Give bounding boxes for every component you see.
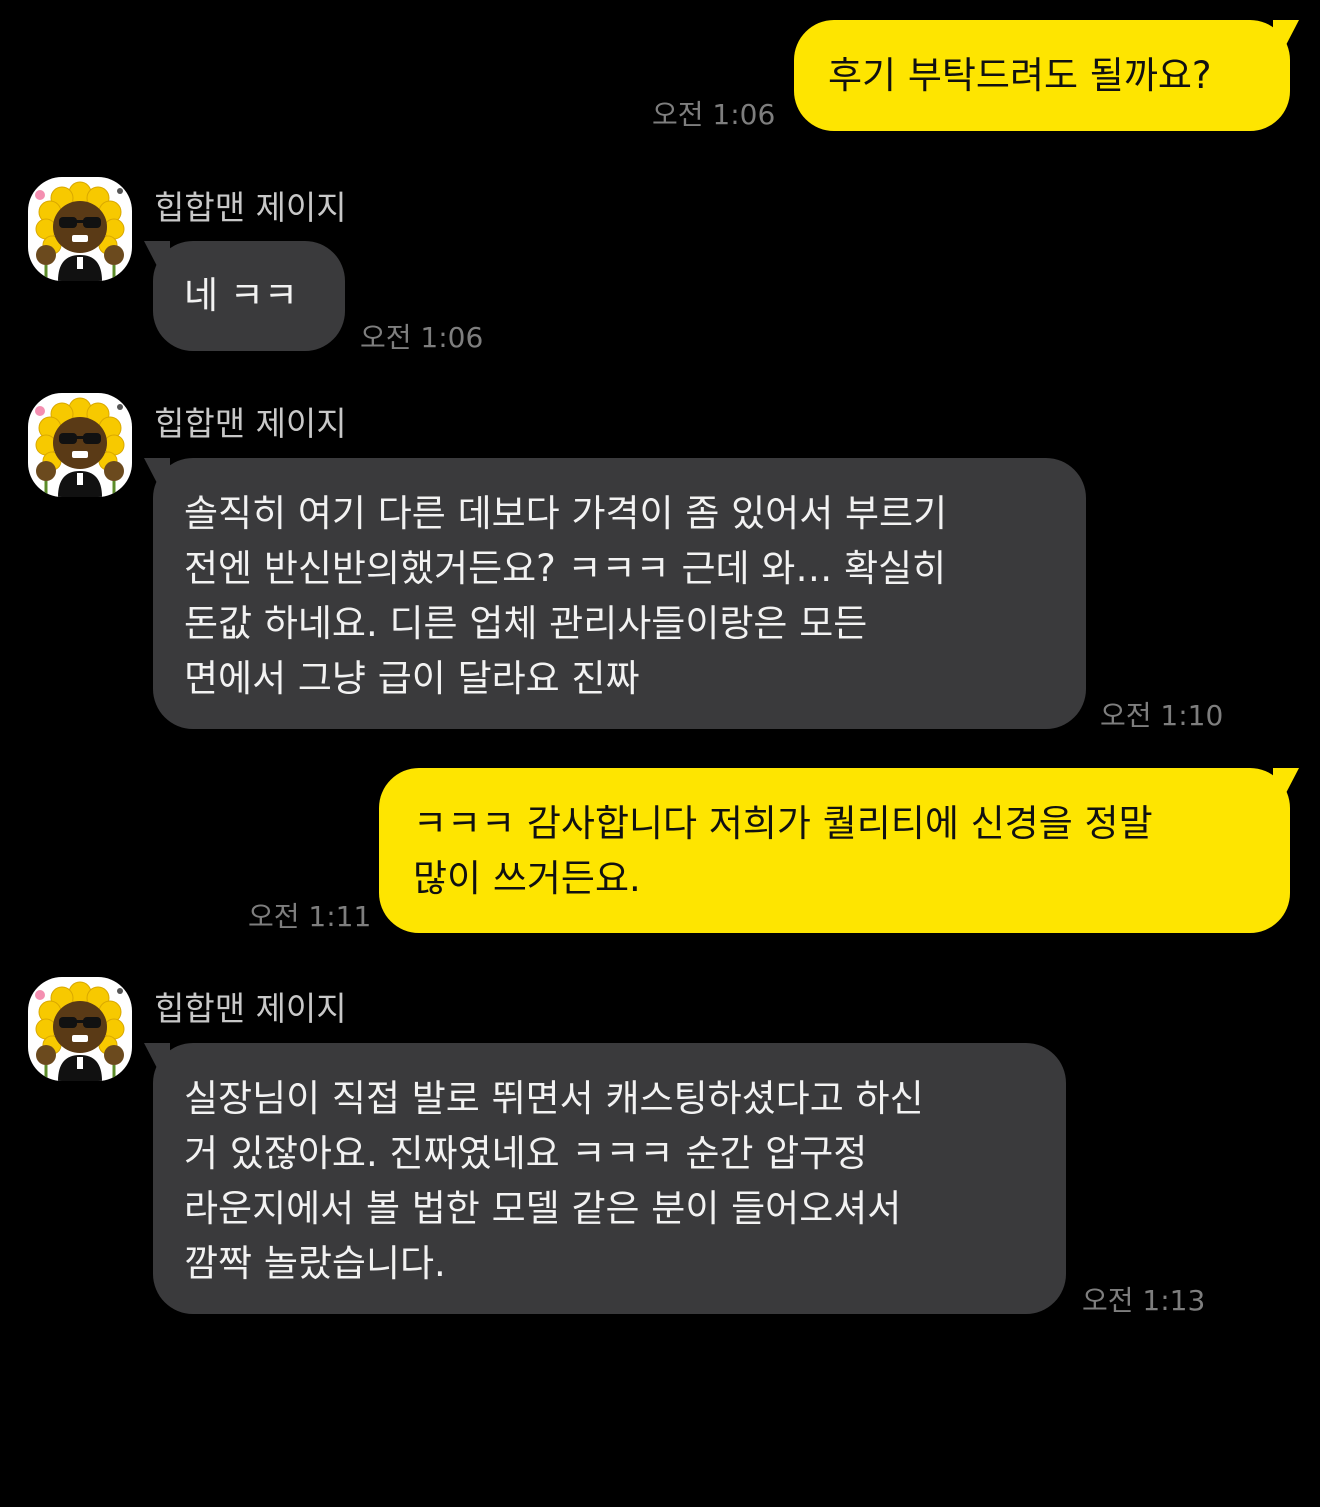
sender-name: 힙합맨 제이지 xyxy=(154,404,347,443)
outgoing-message-bubble[interactable]: 후기 부탁드려도 될까요? xyxy=(794,20,1290,131)
sunflower-character-sunglasses-icon xyxy=(35,181,125,281)
sender-name: 힙합맨 제이지 xyxy=(154,188,347,227)
message-timestamp: 오전 1:13 xyxy=(1082,1284,1206,1317)
sunflower-character-sunglasses-icon xyxy=(35,397,125,497)
avatar[interactable] xyxy=(28,177,132,281)
message-timestamp: 오전 1:06 xyxy=(652,98,776,131)
chat-message-list[interactable]: 오전 1:06 후기 부탁드려도 될까요? 힙합맨 제이지 네 ㅋㅋ 오전 1:… xyxy=(0,0,1320,1507)
incoming-message-bubble[interactable]: 네 ㅋㅋ xyxy=(153,241,345,351)
message-timestamp: 오전 1:10 xyxy=(1100,699,1224,732)
outgoing-message-bubble[interactable]: ㅋㅋㅋ 감사합니다 저희가 퀄리티에 신경을 정말 많이 쓰거든요. xyxy=(379,768,1290,933)
avatar[interactable] xyxy=(28,393,132,497)
message-timestamp: 오전 1:06 xyxy=(360,321,484,354)
message-timestamp: 오전 1:11 xyxy=(248,900,372,933)
avatar[interactable] xyxy=(28,977,132,1081)
incoming-message-bubble[interactable]: 솔직히 여기 다른 데보다 가격이 좀 있어서 부르기 전엔 반신반의했거든요?… xyxy=(153,458,1086,729)
sender-name: 힙합맨 제이지 xyxy=(154,989,347,1028)
incoming-message-bubble[interactable]: 실장님이 직접 발로 뛰면서 캐스팅하셨다고 하신 거 있잖아요. 진짜였네요 … xyxy=(153,1043,1066,1314)
sunflower-character-sunglasses-icon xyxy=(35,981,125,1081)
